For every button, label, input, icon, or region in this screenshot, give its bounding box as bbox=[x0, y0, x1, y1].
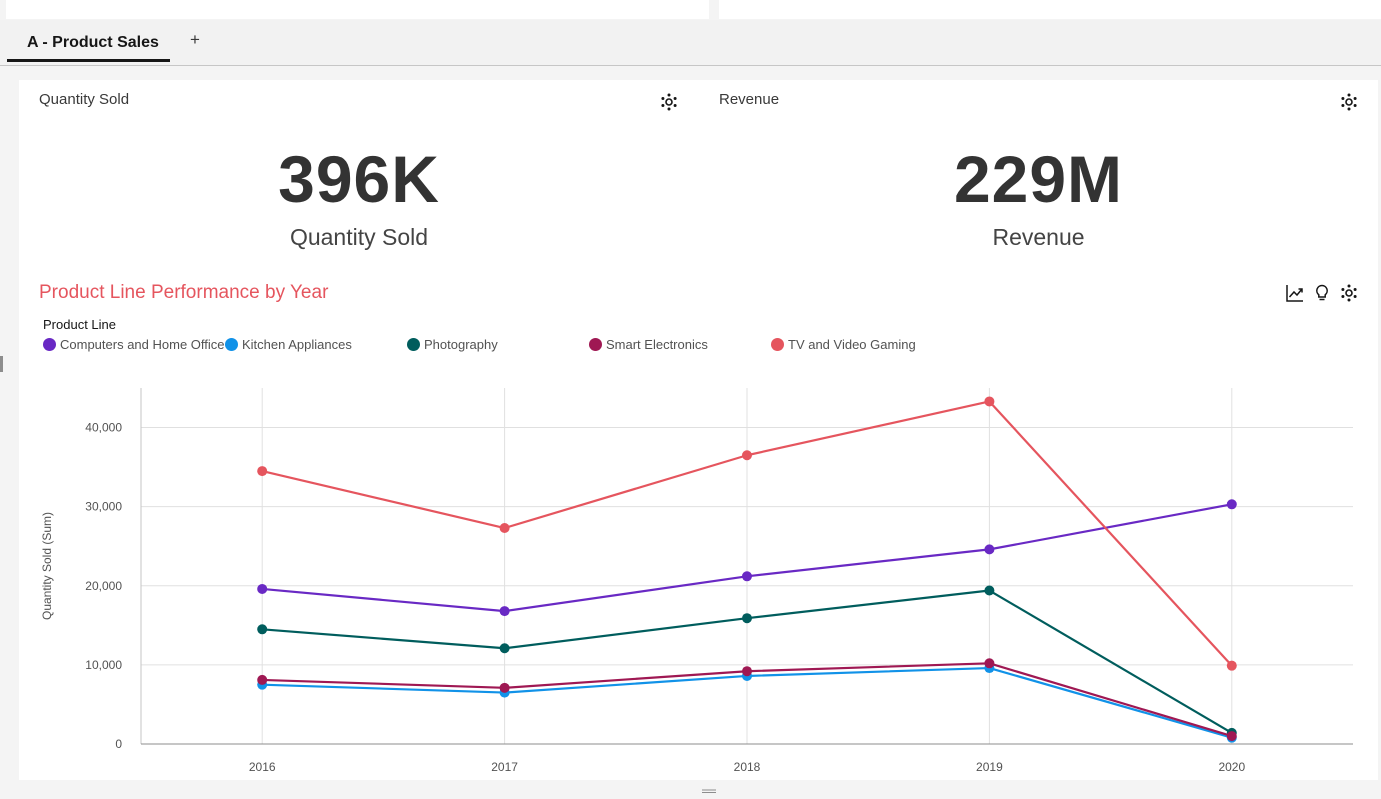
data-point[interactable] bbox=[1226, 660, 1237, 671]
top-panel-left bbox=[6, 0, 709, 19]
x-tick-label: 2017 bbox=[491, 760, 518, 774]
lightbulb-icon[interactable] bbox=[1312, 283, 1332, 303]
legend-title: Product Line bbox=[43, 317, 116, 332]
data-point[interactable] bbox=[257, 674, 268, 685]
legend-item-photography[interactable]: Photography bbox=[407, 337, 498, 355]
legend-label: Photography bbox=[424, 337, 498, 352]
kpi-label: Revenue bbox=[992, 224, 1085, 250]
legend-swatch bbox=[771, 338, 784, 351]
legend-item-tv-gaming[interactable]: TV and Video Gaming bbox=[771, 337, 916, 355]
kpi-panel-revenue[interactable]: Revenue 229M Revenue bbox=[699, 80, 1378, 264]
line-chart-icon[interactable] bbox=[1285, 283, 1305, 303]
legend-item-smart-electronics[interactable]: Smart Electronics bbox=[589, 337, 708, 355]
data-point[interactable] bbox=[257, 583, 268, 594]
data-point[interactable] bbox=[984, 658, 995, 669]
x-tick-label: 2020 bbox=[1218, 760, 1245, 774]
data-point[interactable] bbox=[742, 450, 752, 461]
kpi-value: 396K bbox=[278, 142, 440, 216]
x-tick-label: 2016 bbox=[249, 760, 276, 774]
y-tick-label: 40,000 bbox=[85, 421, 122, 435]
data-point[interactable] bbox=[257, 624, 268, 635]
data-point[interactable] bbox=[1226, 499, 1237, 510]
tab-label: A - Product Sales bbox=[27, 34, 159, 51]
chart-panel-product-line-performance[interactable]: 0 10,000 20,000 30,000 40,000 2016 2017 2018 201… bbox=[19, 264, 1378, 780]
gear-icon[interactable] bbox=[659, 92, 679, 112]
legend-item-computers[interactable]: Computers and Home Office bbox=[43, 337, 225, 355]
kpi-label: Quantity Sold bbox=[289, 224, 429, 250]
chart-title: Product Line Performance by Year bbox=[39, 282, 329, 303]
legend-label: Kitchen Appliances bbox=[242, 337, 352, 352]
data-point[interactable] bbox=[499, 643, 510, 654]
bottom-resize-handle[interactable] bbox=[700, 781, 718, 793]
tab-bar: A - Product Sales + bbox=[0, 20, 1381, 66]
legend-item-kitchen[interactable]: Kitchen Appliances bbox=[225, 337, 352, 355]
top-panels-strip bbox=[0, 0, 1381, 20]
data-point[interactable] bbox=[984, 544, 995, 555]
y-tick-label: 0 bbox=[115, 737, 122, 751]
y-tick-label: 30,000 bbox=[85, 500, 122, 514]
legend-swatch bbox=[589, 338, 602, 351]
data-point[interactable] bbox=[499, 682, 510, 693]
top-panel-right bbox=[719, 0, 1381, 19]
left-resize-handle[interactable] bbox=[0, 356, 3, 372]
y-tick-label: 20,000 bbox=[85, 579, 122, 593]
data-point[interactable] bbox=[1226, 731, 1237, 742]
data-point[interactable] bbox=[984, 585, 995, 596]
kpi-panel-title: Revenue bbox=[719, 91, 780, 108]
kpi-value: 229M bbox=[953, 142, 1124, 216]
add-tab-button[interactable]: + bbox=[186, 29, 204, 51]
y-axis-title: Quantity Sold (Sum) bbox=[40, 512, 54, 620]
legend-label: TV and Video Gaming bbox=[788, 337, 916, 352]
data-point[interactable] bbox=[984, 396, 995, 407]
legend-label: Smart Electronics bbox=[606, 337, 708, 352]
kpi-panel-title: Quantity Sold bbox=[39, 91, 130, 108]
data-point[interactable] bbox=[257, 466, 268, 477]
y-tick-label: 10,000 bbox=[85, 658, 122, 672]
x-tick-label: 2019 bbox=[976, 760, 1003, 774]
gear-icon[interactable] bbox=[1339, 92, 1359, 112]
legend-swatch bbox=[43, 338, 56, 351]
data-point[interactable] bbox=[742, 571, 752, 582]
data-point[interactable] bbox=[742, 613, 752, 624]
legend-swatch bbox=[225, 338, 238, 351]
x-tick-label: 2018 bbox=[734, 760, 761, 774]
data-point[interactable] bbox=[499, 606, 510, 617]
legend-label: Computers and Home Office bbox=[60, 337, 225, 352]
kpi-panel-quantity-sold[interactable]: Quantity Sold 396K Quantity Sold bbox=[19, 80, 699, 264]
tab-product-sales[interactable]: A - Product Sales bbox=[7, 30, 170, 62]
gear-icon[interactable] bbox=[1339, 283, 1359, 303]
legend-swatch bbox=[407, 338, 420, 351]
data-point[interactable] bbox=[499, 523, 510, 534]
data-point[interactable] bbox=[742, 666, 752, 677]
